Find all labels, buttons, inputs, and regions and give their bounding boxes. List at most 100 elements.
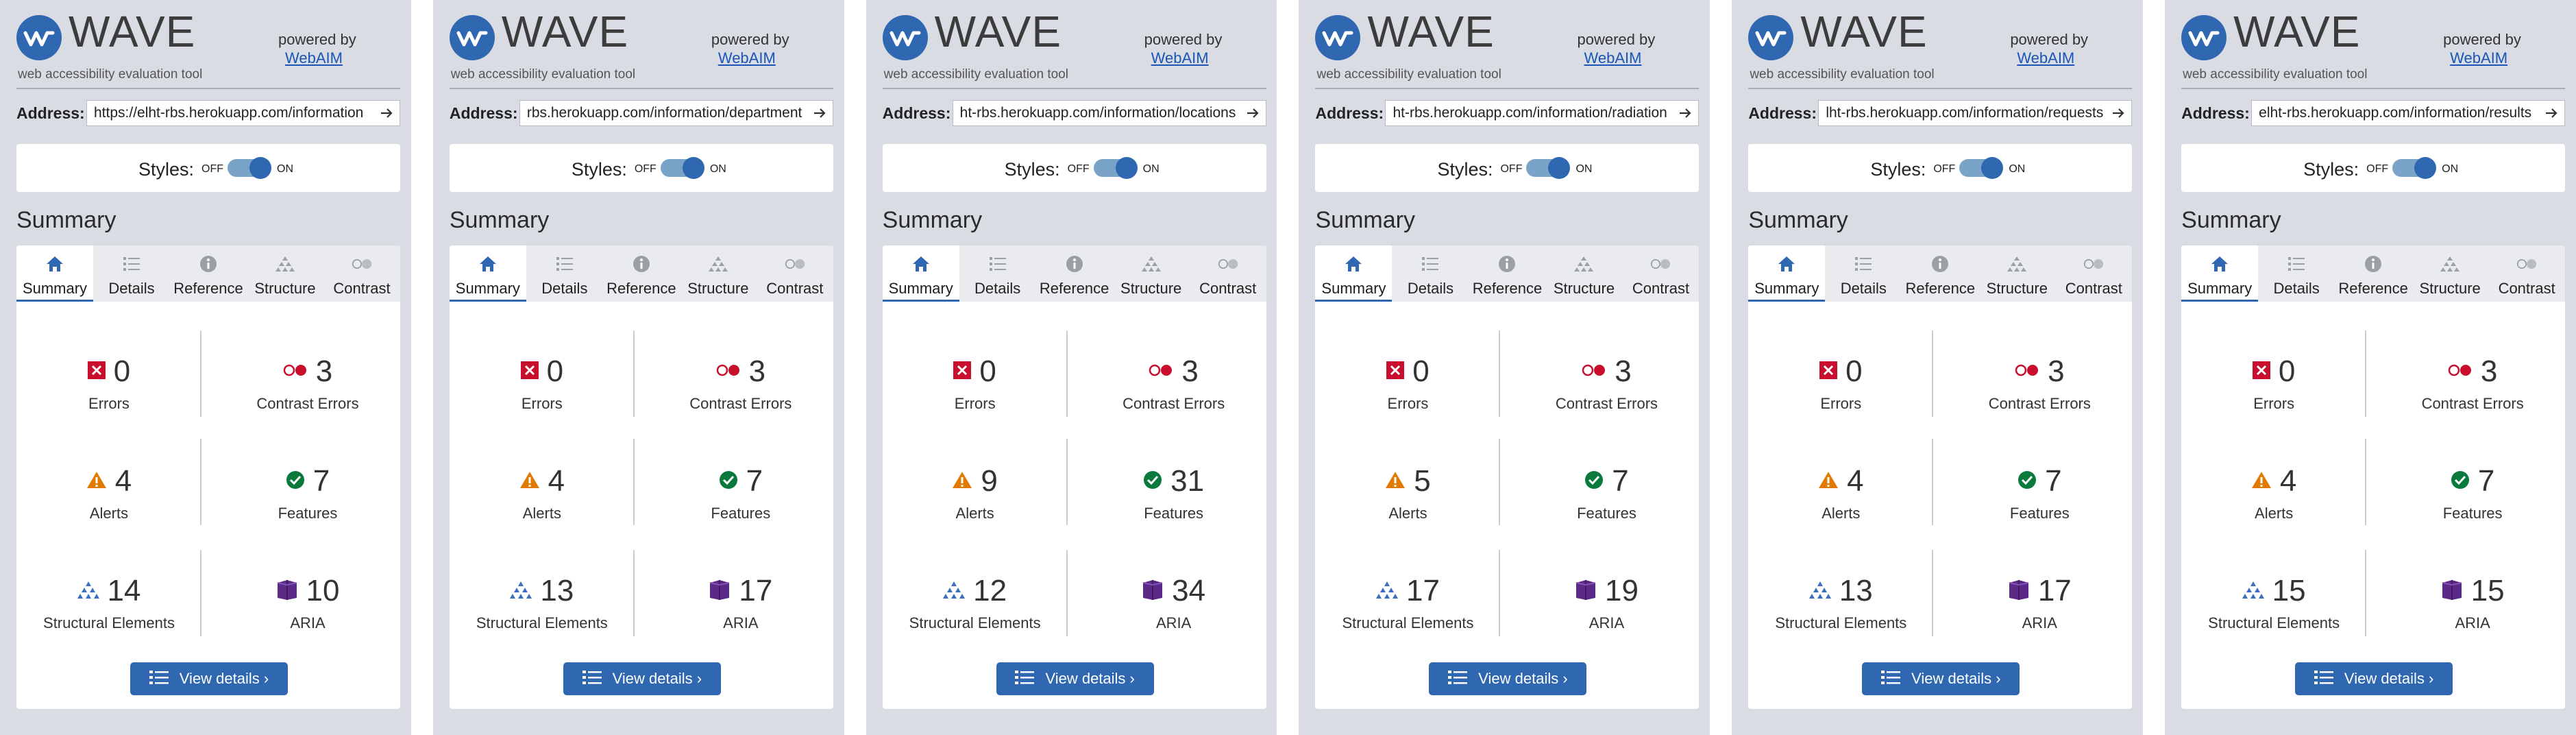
aria-stat[interactable]: 10 ARIA (215, 570, 400, 653)
features-stat[interactable]: 7 Features (1947, 461, 2132, 543)
tab-contrast[interactable]: Contrast (1622, 245, 1699, 302)
contrast-errors-stat[interactable]: 3 Contrast Errors (2380, 351, 2565, 433)
alerts-stat[interactable]: 4 Alerts (1748, 461, 1933, 543)
tab-details[interactable]: Details (1825, 245, 1902, 302)
tab-summary[interactable]: Summary (2181, 245, 2259, 302)
tab-structure[interactable]: Structure (247, 245, 323, 302)
tab-details[interactable]: Details (959, 245, 1036, 302)
styles-toggle[interactable] (1093, 157, 1138, 179)
webaim-link[interactable]: WebAIM (285, 49, 343, 67)
webaim-link[interactable]: WebAIM (1151, 49, 1209, 67)
structural-stat[interactable]: 14 Structural Elements (16, 570, 201, 653)
tab-structure[interactable]: Structure (1113, 245, 1190, 302)
features-stat[interactable]: 7 Features (2380, 461, 2565, 543)
view-details-button[interactable]: View details › (1862, 662, 2020, 695)
tab-contrast[interactable]: Contrast (757, 245, 833, 302)
tab-structure[interactable]: Structure (1978, 245, 2055, 302)
errors-stat[interactable]: 0 Errors (1748, 351, 1933, 433)
aria-stat[interactable]: 15 ARIA (2380, 570, 2565, 653)
tab-details[interactable]: Details (2258, 245, 2335, 302)
styles-toggle[interactable] (228, 157, 271, 179)
tab-contrast[interactable]: Contrast (1190, 245, 1266, 302)
tab-reference[interactable]: Reference (2335, 245, 2412, 302)
go-arrow-icon[interactable] (378, 104, 395, 122)
contrast-errors-stat[interactable]: 3 Contrast Errors (1081, 351, 1266, 433)
go-arrow-icon[interactable] (811, 104, 829, 122)
wave-logo-icon[interactable] (2181, 15, 2227, 60)
styles-toggle[interactable] (1526, 157, 1571, 179)
errors-stat[interactable]: 0 Errors (1315, 351, 1500, 433)
view-details-button[interactable]: View details › (2295, 662, 2453, 695)
features-stat[interactable]: 31 Features (1081, 461, 1266, 543)
structural-stat[interactable]: 13 Structural Elements (450, 570, 635, 653)
contrast-errors-stat[interactable]: 3 Contrast Errors (215, 351, 400, 433)
toggle-knob[interactable] (1548, 157, 1571, 179)
contrast-errors-stat[interactable]: 3 Contrast Errors (648, 351, 833, 433)
aria-stat[interactable]: 17 ARIA (1947, 570, 2132, 653)
webaim-link[interactable]: WebAIM (2450, 49, 2507, 67)
styles-toggle[interactable] (660, 157, 704, 179)
address-input[interactable] (959, 105, 1244, 121)
view-details-button[interactable]: View details › (130, 662, 288, 695)
tab-structure[interactable]: Structure (1545, 245, 1622, 302)
features-stat[interactable]: 7 Features (215, 461, 400, 543)
alerts-stat[interactable]: 4 Alerts (450, 461, 635, 543)
webaim-link[interactable]: WebAIM (1584, 49, 1641, 67)
tab-details[interactable]: Details (93, 245, 170, 302)
address-input[interactable] (2259, 105, 2543, 121)
tab-reference[interactable]: Reference (170, 245, 247, 302)
tab-summary[interactable]: Summary (449, 245, 526, 302)
view-details-button[interactable]: View details › (996, 662, 1154, 695)
tab-details[interactable]: Details (1392, 245, 1469, 302)
tab-summary[interactable]: Summary (1748, 245, 1826, 302)
wave-logo-icon[interactable] (1748, 15, 1794, 60)
tab-details[interactable]: Details (526, 245, 603, 302)
toggle-knob[interactable] (249, 157, 271, 179)
tab-structure[interactable]: Structure (2412, 245, 2488, 302)
errors-stat[interactable]: 0 Errors (2181, 351, 2366, 433)
webaim-link[interactable]: WebAIM (718, 49, 776, 67)
features-stat[interactable]: 7 Features (1514, 461, 1699, 543)
tab-reference[interactable]: Reference (1036, 245, 1113, 302)
tab-contrast[interactable]: Contrast (2488, 245, 2565, 302)
go-arrow-icon[interactable] (2109, 104, 2127, 122)
aria-stat[interactable]: 19 ARIA (1514, 570, 1699, 653)
address-input[interactable] (94, 105, 378, 121)
tab-summary[interactable]: Summary (882, 245, 959, 302)
structural-stat[interactable]: 12 Structural Elements (883, 570, 1068, 653)
view-details-button[interactable]: View details › (563, 662, 721, 695)
wave-logo-icon[interactable] (1315, 15, 1361, 60)
tab-contrast[interactable]: Contrast (323, 245, 400, 302)
wave-logo-icon[interactable] (449, 15, 495, 60)
alerts-stat[interactable]: 4 Alerts (16, 461, 201, 543)
errors-stat[interactable]: 0 Errors (450, 351, 635, 433)
address-input[interactable] (526, 105, 811, 121)
alerts-stat[interactable]: 9 Alerts (883, 461, 1068, 543)
wave-logo-icon[interactable] (882, 15, 928, 60)
tab-structure[interactable]: Structure (680, 245, 757, 302)
toggle-knob[interactable] (1981, 157, 2004, 179)
errors-stat[interactable]: 0 Errors (16, 351, 201, 433)
view-details-button[interactable]: View details › (1429, 662, 1587, 695)
structural-stat[interactable]: 13 Structural Elements (1748, 570, 1933, 653)
webaim-link[interactable]: WebAIM (2017, 49, 2074, 67)
features-stat[interactable]: 7 Features (648, 461, 833, 543)
aria-stat[interactable]: 17 ARIA (648, 570, 833, 653)
go-arrow-icon[interactable] (2542, 104, 2560, 122)
styles-toggle[interactable] (1959, 157, 2004, 179)
toggle-knob[interactable] (1115, 157, 1138, 179)
contrast-errors-stat[interactable]: 3 Contrast Errors (1514, 351, 1699, 433)
tab-reference[interactable]: Reference (1469, 245, 1545, 302)
tab-reference[interactable]: Reference (1902, 245, 1978, 302)
alerts-stat[interactable]: 4 Alerts (2181, 461, 2366, 543)
toggle-knob[interactable] (2414, 157, 2437, 179)
go-arrow-icon[interactable] (1676, 104, 1694, 122)
tab-summary[interactable]: Summary (1315, 245, 1393, 302)
toggle-knob[interactable] (682, 157, 704, 179)
tab-summary[interactable]: Summary (16, 245, 93, 302)
address-input[interactable] (1393, 105, 1677, 121)
styles-toggle[interactable] (2392, 157, 2437, 179)
errors-stat[interactable]: 0 Errors (883, 351, 1068, 433)
wave-logo-icon[interactable] (16, 15, 62, 60)
structural-stat[interactable]: 17 Structural Elements (1315, 570, 1500, 653)
